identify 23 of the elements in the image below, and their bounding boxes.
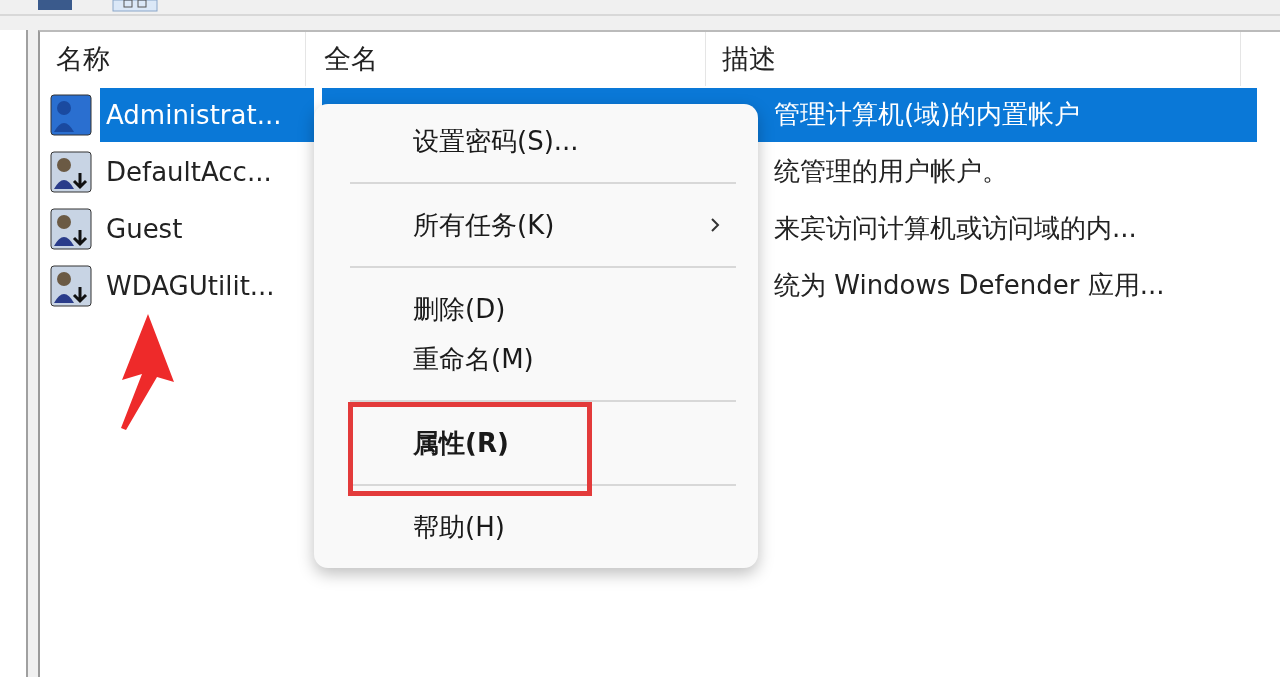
menu-item[interactable]: 帮助(H) [314, 502, 758, 552]
menu-item[interactable]: 重命名(M) [314, 334, 758, 384]
chevron-right-icon [710, 217, 720, 233]
account-name[interactable]: Administrat... [100, 87, 314, 142]
menu-item[interactable]: 删除(D) [314, 284, 758, 334]
account-name[interactable]: Guest [100, 201, 314, 256]
account-name[interactable]: WDAGUtilit... [100, 258, 314, 313]
user-icon [50, 93, 92, 136]
account-description: 来宾访问计算机或访问域的内... [773, 212, 1137, 245]
user-icon [50, 264, 92, 307]
account-description: 统为 Windows Defender 应用... [773, 269, 1165, 302]
user-icon [50, 207, 92, 250]
column-header[interactable]: 全名 [306, 32, 706, 86]
account-name[interactable]: DefaultAcc... [100, 144, 314, 199]
menu-item[interactable]: 属性(R) [314, 418, 758, 468]
menu-item[interactable]: 所有任务(K) [314, 200, 758, 250]
column-header[interactable]: 名称 [40, 32, 306, 86]
column-header[interactable]: 描述 [706, 32, 1241, 86]
menu-item[interactable]: 设置密码(S)... [314, 116, 758, 166]
user-icon [50, 150, 92, 193]
list-view-icon[interactable] [112, 0, 158, 12]
account-description: 管理计算机(域)的内置帐户 [773, 98, 1081, 131]
account-description: 统管理的用户帐户。 [773, 155, 1008, 188]
